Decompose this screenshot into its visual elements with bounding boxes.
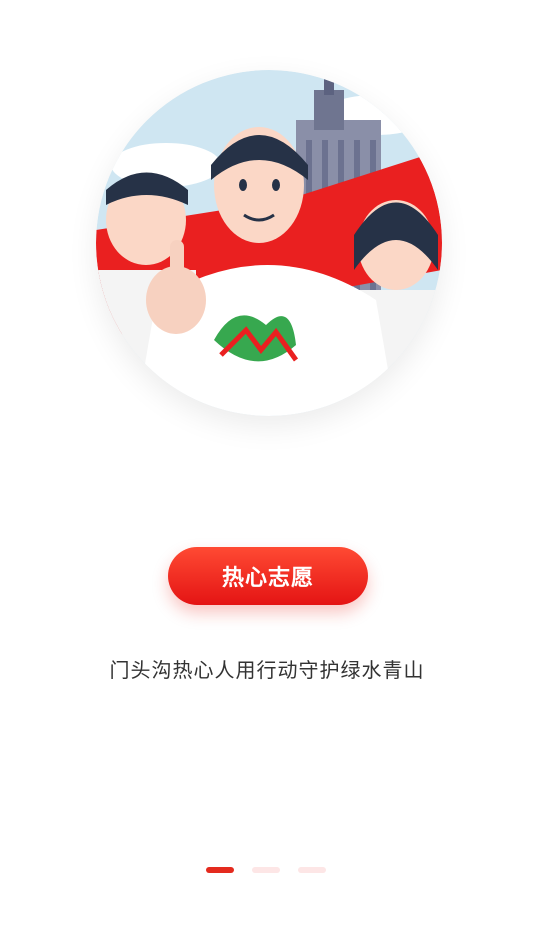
page-indicator-dot-1[interactable] [206,867,234,873]
onboarding-tagline: 门头沟热心人用行动守护绿水青山 [109,658,425,682]
volunteer-category-label: 热心志愿 [221,566,314,591]
volunteer-illustration [96,70,442,416]
volunteer-category-button[interactable]: 热心志愿 [168,547,368,605]
volunteer-illustration-svg [96,70,442,416]
page-indicator-dot-2[interactable] [252,867,280,873]
page-indicator-dot-3[interactable] [298,867,326,873]
onboarding-screen: 热心志愿 门头沟热心人用行动守护绿水青山 [0,0,534,950]
page-indicator [206,867,336,875]
